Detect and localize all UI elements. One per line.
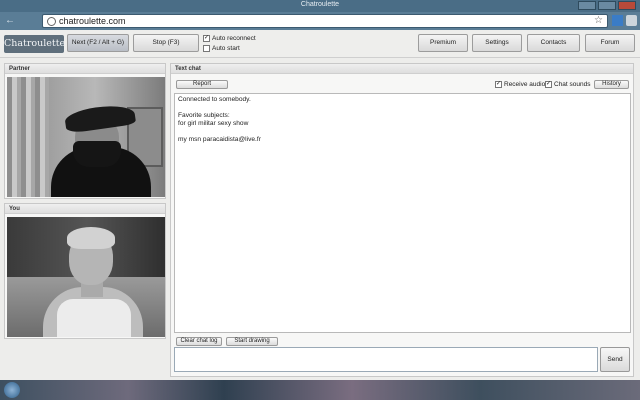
maximize-button[interactable] <box>598 1 616 10</box>
chat-input[interactable] <box>174 347 598 372</box>
text-chat-title: Text chat <box>171 64 633 74</box>
minimize-button[interactable] <box>578 1 596 10</box>
globe-icon <box>47 17 56 26</box>
hair <box>67 227 115 249</box>
partner-title: Partner <box>5 64 165 74</box>
chat-sounds-label: Chat sounds <box>554 81 591 88</box>
close-button[interactable] <box>618 1 636 10</box>
address-bar[interactable]: chatroulette.com ☆ <box>42 14 608 28</box>
you-panel: You <box>4 203 166 339</box>
settings-button[interactable]: Settings <box>472 34 522 52</box>
star-icon[interactable]: ☆ <box>594 15 603 26</box>
chat-sounds-checkbox[interactable]: ✓ <box>545 81 552 88</box>
site-logo[interactable]: Chatroulette <box>4 35 65 53</box>
chat-line: for girl militar sexy show <box>178 120 249 127</box>
auto-reconnect-checkbox[interactable]: ✓ <box>203 35 210 42</box>
contacts-button[interactable]: Contacts <box>527 34 580 52</box>
chat-line <box>178 104 627 112</box>
receive-audio-checkbox[interactable]: ✓ <box>495 81 502 88</box>
curtain <box>7 77 49 197</box>
tab-title: Chatroulette <box>300 1 340 8</box>
send-button[interactable]: Send <box>600 347 630 372</box>
extension-icon[interactable] <box>612 15 623 26</box>
auto-reconnect-label: Auto reconnect <box>212 35 256 42</box>
chat-line: my msn paracaidista@live.fr <box>178 136 261 143</box>
browser-titlebar: Chatroulette <box>0 0 640 12</box>
forum-button[interactable]: Forum <box>585 34 635 52</box>
start-drawing-button[interactable]: Start drawing <box>226 337 278 346</box>
wrench-icon[interactable] <box>626 15 637 26</box>
tank-top <box>57 299 131 337</box>
os-taskbar <box>0 380 640 400</box>
partner-panel: Partner <box>4 63 166 199</box>
face-mask <box>73 141 121 167</box>
back-arrow-icon[interactable]: ← <box>4 15 16 27</box>
receive-audio-label: Receive audio <box>504 81 546 88</box>
url-text: chatroulette.com <box>59 16 126 26</box>
history-button[interactable]: History <box>594 80 629 89</box>
start-orb-icon[interactable] <box>4 382 20 398</box>
chat-line <box>178 128 627 136</box>
stop-button[interactable]: Stop (F3) <box>133 34 199 52</box>
premium-button[interactable]: Premium <box>418 34 468 52</box>
browser-navbar: ← chatroulette.com ☆ <box>0 12 640 30</box>
chat-log[interactable]: Connected to somebody. Favorite subjects… <box>174 93 631 333</box>
partner-video <box>7 77 165 197</box>
auto-start-label: Auto start <box>212 45 240 52</box>
you-title: You <box>5 204 165 214</box>
chat-line: Connected to somebody. <box>178 96 251 103</box>
auto-start-checkbox[interactable] <box>203 45 210 52</box>
window-controls <box>578 1 636 10</box>
chat-line: Favorite subjects: <box>178 112 230 119</box>
report-button[interactable]: Report <box>176 80 228 89</box>
next-button[interactable]: Next (F2 / Alt + G) <box>67 34 129 52</box>
clear-chat-log-button[interactable]: Clear chat log <box>176 337 222 346</box>
you-video <box>7 217 165 337</box>
